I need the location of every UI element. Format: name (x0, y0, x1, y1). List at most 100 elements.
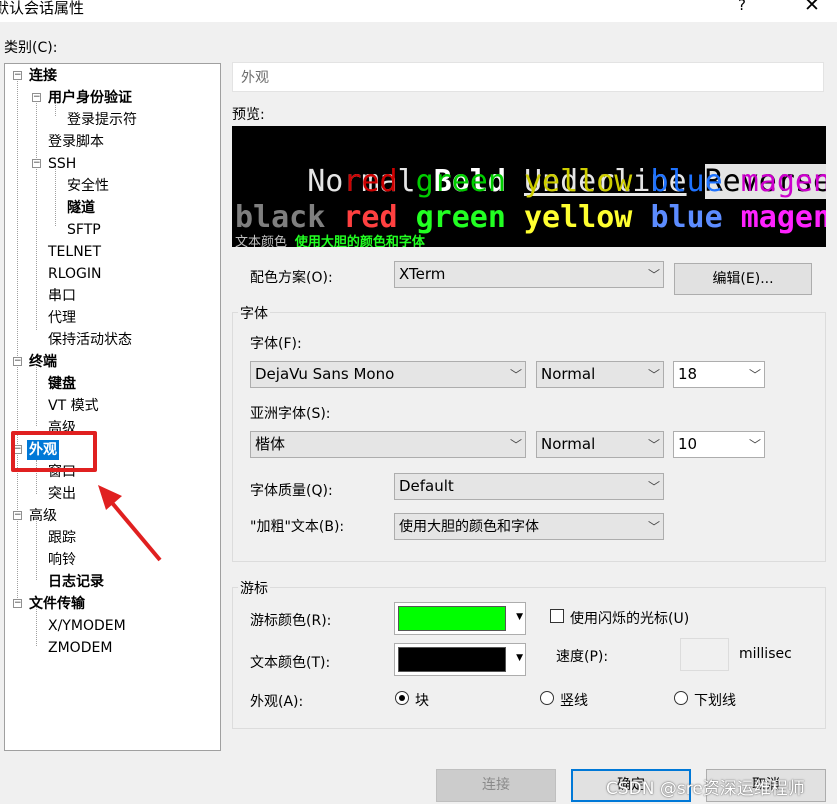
tree-item-user-auth[interactable]: 用户身份验证 (46, 88, 134, 108)
tree-item-tunnel[interactable]: 隧道 (65, 198, 97, 218)
category-tree[interactable]: − − − − − − − 连接 用户身份验证 登录提示符 登录脚本 SSH 安… (4, 63, 221, 751)
font-quality-select[interactable]: Default ﹀ (394, 473, 664, 500)
tree-item-highlight[interactable]: 突出 (46, 484, 78, 504)
preview-line-2: red green yellow blue magen (235, 164, 826, 200)
shape-block-label: 块 (415, 693, 429, 709)
chevron-down-icon: ﹀ (749, 368, 762, 382)
tree-line (36, 518, 37, 580)
tree-line (36, 364, 37, 426)
tree-item-xymodem[interactable]: X/YMODEM (46, 616, 128, 636)
tree-item-ssh[interactable]: SSH (46, 154, 78, 174)
close-button[interactable]: ✕ (797, 0, 827, 18)
shape-underline-radio[interactable] (674, 691, 688, 705)
tree-item-proxy[interactable]: 代理 (46, 308, 78, 328)
asian-font-label: 亚洲字体(S): (250, 406, 331, 422)
watermark: CSDN @sre资深运维程师 (606, 779, 805, 799)
collapse-icon[interactable]: − (13, 599, 22, 608)
annotation-highlight-box (11, 431, 97, 472)
asian-font-weight-value: Normal (541, 435, 596, 453)
speed-unit: millisec (739, 646, 792, 662)
collapse-icon[interactable]: − (32, 93, 41, 102)
tree-item-telnet[interactable]: TELNET (46, 242, 103, 262)
bold-text-label: "加粗"文本(B): (250, 519, 345, 535)
asian-font-size-select[interactable]: 10 ﹀ (673, 431, 765, 458)
tree-item-trace[interactable]: 跟踪 (46, 528, 78, 548)
tree-item-login-script[interactable]: 登录脚本 (46, 132, 106, 152)
shape-block-radio[interactable] (395, 691, 409, 705)
connect-button[interactable]: 连接 (436, 769, 556, 802)
tree-item-rlogin[interactable]: RLOGIN (46, 264, 104, 284)
asian-font-weight-select[interactable]: Normal ﹀ (536, 431, 664, 458)
tree-item-keyboard[interactable]: 键盘 (46, 374, 78, 394)
tree-item-login-prompt[interactable]: 登录提示符 (65, 110, 139, 130)
font-label: 字体(F): (250, 336, 302, 352)
bold-text-select[interactable]: 使用大胆的颜色和字体 ﹀ (394, 513, 664, 540)
tree-item-logging[interactable]: 日志记录 (46, 572, 106, 592)
chevron-down-icon: ﹀ (749, 438, 762, 452)
title-bar: 默认会话属性 ? ✕ (0, 0, 837, 22)
shape-bar-radio[interactable] (540, 691, 554, 705)
tree-item-keepalive[interactable]: 保持活动状态 (46, 330, 134, 350)
blink-cursor-checkbox[interactable] (550, 609, 564, 623)
preview-text-normal: 文本颜色 (235, 235, 288, 247)
scheme-select[interactable]: XTerm ﹀ (394, 261, 664, 288)
edit-scheme-button[interactable]: 编辑(E)... (674, 263, 812, 295)
tree-item-connection[interactable]: 连接 (27, 66, 59, 86)
font-select[interactable]: DejaVu Sans Mono ﹀ (250, 361, 526, 388)
dropdown-arrow-icon: ▼ (516, 653, 523, 663)
preview-blue: blue (650, 164, 723, 199)
asian-font-size-value: 10 (678, 435, 698, 453)
blink-cursor-label: 使用闪烁的光标(U) (570, 611, 690, 627)
chevron-down-icon: ﹀ (648, 268, 661, 282)
preview-bold-blue: blue (650, 200, 723, 235)
tree-item-sftp[interactable]: SFTP (65, 220, 103, 240)
tree-line (17, 78, 18, 604)
chevron-down-icon: ﹀ (648, 520, 661, 534)
collapse-icon[interactable]: − (13, 71, 22, 80)
collapse-icon[interactable]: − (13, 357, 22, 366)
tree-item-vt-mode[interactable]: VT 模式 (46, 396, 101, 416)
chevron-down-icon: ﹀ (510, 368, 523, 382)
annotation-arrow-icon (98, 485, 162, 562)
font-weight-select[interactable]: Normal ﹀ (536, 361, 664, 388)
cursor-color-label: 游标颜色(R): (250, 613, 332, 629)
text-color-picker[interactable]: ▼ (394, 643, 526, 676)
font-size-select[interactable]: 18 ﹀ (673, 361, 765, 388)
asian-font-select[interactable]: 楷体 ﹀ (250, 431, 526, 458)
tree-item-security[interactable]: 安全性 (65, 176, 111, 196)
preview-bold-magenta: magen (740, 200, 826, 235)
preview-bold-yellow: yellow (524, 200, 633, 235)
collapse-icon[interactable]: − (32, 159, 41, 168)
preview-red: red (343, 164, 398, 199)
bold-text-value: 使用大胆的颜色和字体 (399, 519, 539, 535)
preview-text-bold: 使用大胆的颜色和字体 (294, 235, 425, 247)
tree-item-serial[interactable]: 串口 (46, 286, 78, 306)
section-title: 外观 (232, 62, 824, 92)
help-button[interactable]: ? (730, 0, 754, 18)
preview-bold-red: red (343, 200, 398, 235)
tree-item-advanced[interactable]: 高级 (27, 506, 59, 526)
scheme-value: XTerm (399, 265, 446, 283)
cursor-color-picker[interactable]: ▼ (394, 602, 526, 635)
font-quality-value: Default (399, 477, 454, 495)
tree-item-zmodem[interactable]: ZMODEM (46, 638, 114, 658)
preview-line-3: black red green yellow blue magen (235, 200, 826, 236)
speed-input[interactable] (680, 638, 729, 671)
tree-item-bell[interactable]: 响铃 (46, 550, 78, 570)
chevron-down-icon: ﹀ (648, 438, 661, 452)
preview-bold-black: black (235, 200, 326, 235)
window-title: 默认会话属性 (0, 0, 85, 17)
chevron-down-icon: ﹀ (648, 480, 661, 494)
chevron-down-icon: ﹀ (648, 368, 661, 382)
scheme-label: 配色方案(O): (250, 270, 333, 286)
font-size-value: 18 (678, 365, 698, 383)
chevron-down-icon: ﹀ (510, 438, 523, 452)
cursor-shape-label: 外观(A): (250, 694, 304, 710)
preview-bold-green: green (415, 200, 506, 235)
tree-item-terminal[interactable]: 终端 (27, 352, 59, 372)
tree-item-file-transfer[interactable]: 文件传输 (27, 594, 87, 614)
collapse-icon[interactable]: − (13, 511, 22, 520)
shape-underline-label: 下划线 (694, 693, 736, 709)
asian-font-value: 楷体 (255, 435, 286, 453)
preview-green: green (415, 164, 506, 199)
